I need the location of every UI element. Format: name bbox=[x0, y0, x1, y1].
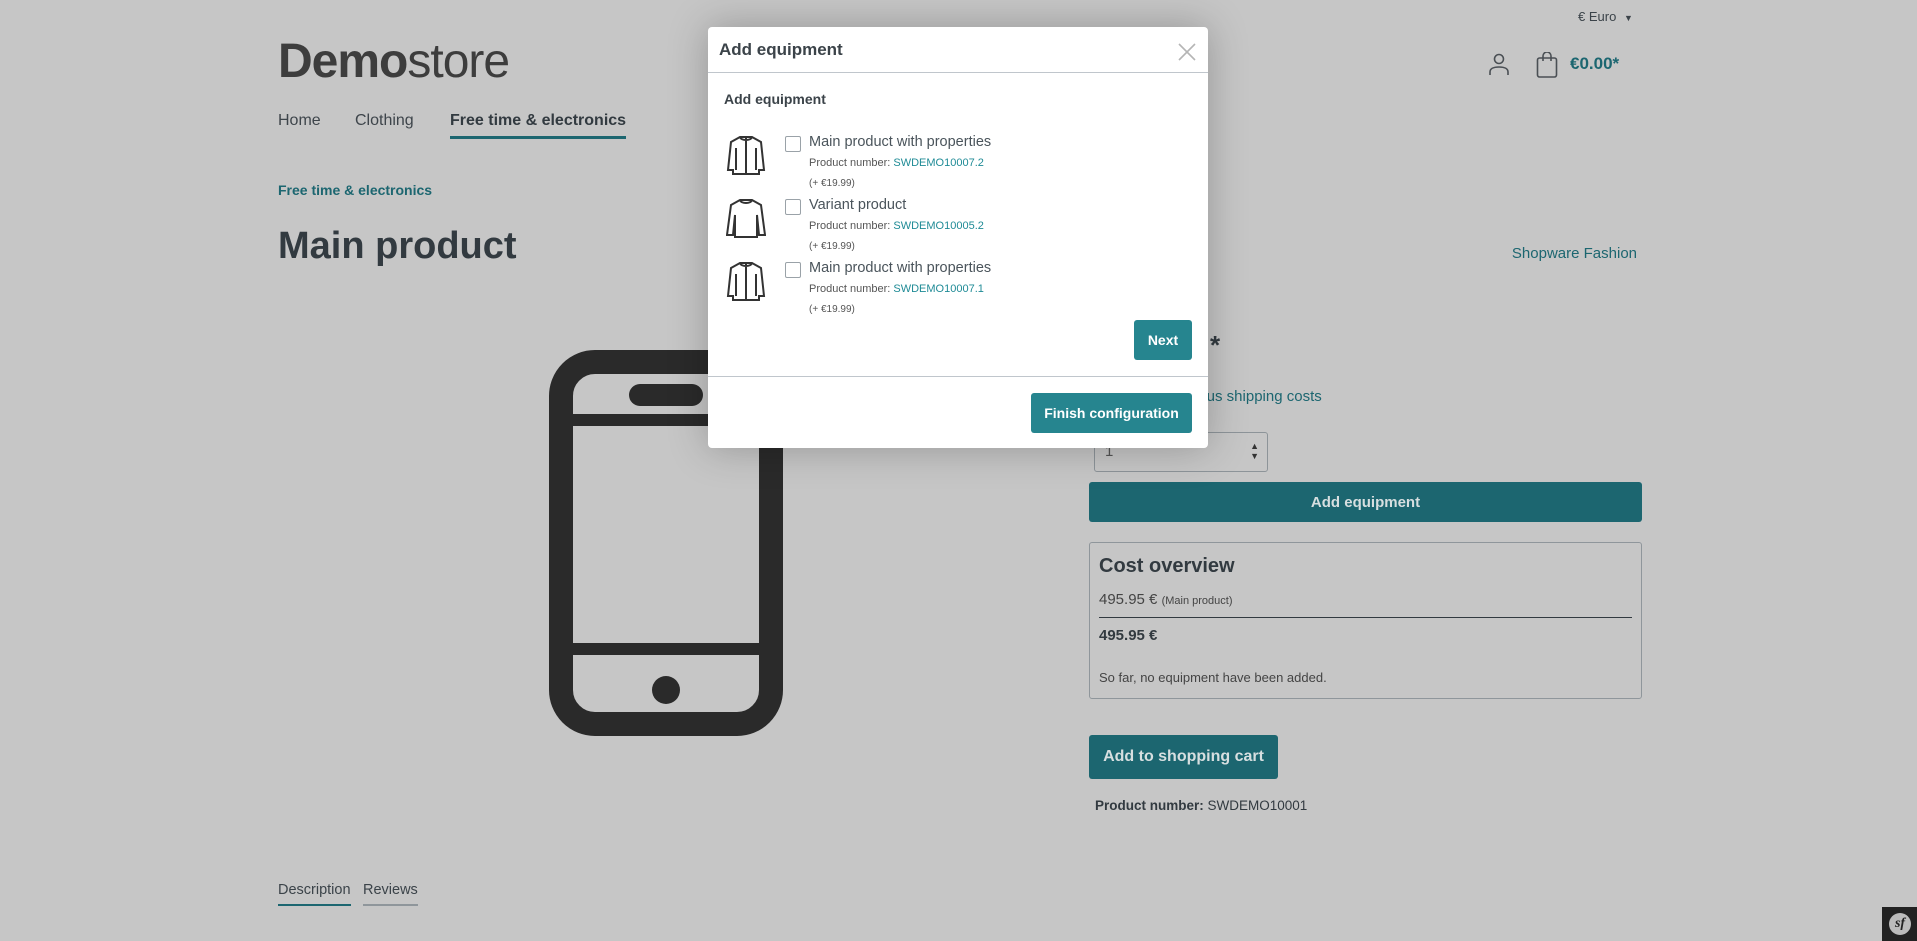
equipment-item: Main product with properties Product num… bbox=[724, 260, 1194, 322]
main-price-note: (Main product) bbox=[1161, 595, 1233, 607]
divider bbox=[1099, 617, 1632, 618]
equipment-checkbox[interactable] bbox=[785, 136, 801, 152]
product-number-link[interactable]: SWDEMO10007.2 bbox=[893, 157, 983, 169]
main-price-row: 495.95 € (Main product) bbox=[1099, 591, 1232, 608]
jacket-icon bbox=[726, 260, 766, 302]
modal-title: Add equipment bbox=[719, 40, 843, 59]
main-price: 495.95 € bbox=[1099, 591, 1158, 608]
sweater-icon bbox=[725, 197, 767, 239]
equipment-label[interactable]: Main product with properties bbox=[809, 260, 991, 276]
price-suffix: * bbox=[1210, 330, 1221, 360]
currency-dropdown[interactable]: € Euro ▼ bbox=[1578, 9, 1633, 24]
total-price: 495.95 € bbox=[1099, 627, 1158, 644]
symfony-toolbar-icon[interactable]: sf bbox=[1882, 907, 1917, 941]
tab-description[interactable]: Description bbox=[278, 882, 351, 906]
page-title: Main product bbox=[278, 225, 517, 267]
equipment-item: Main product with properties Product num… bbox=[724, 134, 1194, 196]
number-label: Product number: bbox=[809, 157, 891, 169]
product-number-link[interactable]: SWDEMO10007.1 bbox=[893, 283, 983, 295]
equipment-checkbox[interactable] bbox=[785, 199, 801, 215]
product-number-value: SWDEMO10001 bbox=[1207, 798, 1308, 813]
select-arrows-icon: ▲ ▼ bbox=[1250, 441, 1259, 461]
tab-reviews[interactable]: Reviews bbox=[363, 882, 418, 906]
modal-header: Add equipment bbox=[708, 27, 1208, 73]
manufacturer-link[interactable]: Shopware Fashion bbox=[1512, 245, 1637, 262]
caret-down-icon: ▼ bbox=[1623, 13, 1633, 23]
finish-configuration-button[interactable]: Finish configuration bbox=[1031, 393, 1192, 433]
cart-icon[interactable] bbox=[1536, 51, 1558, 78]
product-number: Product number: SWDEMO10001 bbox=[1095, 798, 1307, 813]
modal-footer-divider bbox=[708, 376, 1208, 377]
next-button[interactable]: Next bbox=[1134, 320, 1192, 360]
equipment-checkbox[interactable] bbox=[785, 262, 801, 278]
nav-clothing[interactable]: Clothing bbox=[355, 112, 414, 130]
product-number-label: Product number: bbox=[1095, 798, 1204, 813]
equipment-price: (+ €19.99) bbox=[809, 178, 855, 189]
logo-bold: Demo bbox=[278, 35, 408, 88]
equipment-number: Product number: SWDEMO10007.2 bbox=[809, 157, 984, 169]
add-equipment-modal: Add equipment Add equipment Main product… bbox=[708, 27, 1208, 448]
logo[interactable]: Demostore bbox=[278, 34, 510, 89]
currency-label: € Euro bbox=[1578, 9, 1617, 24]
modal-subtitle: Add equipment bbox=[724, 91, 826, 107]
number-label: Product number: bbox=[809, 283, 891, 295]
shipping-link[interactable]: plus shipping costs bbox=[1195, 388, 1322, 405]
number-label: Product number: bbox=[809, 220, 891, 232]
nav-free-time-electronics[interactable]: Free time & electronics bbox=[450, 112, 627, 139]
add-equipment-button[interactable]: Add equipment bbox=[1089, 482, 1642, 522]
empty-equipment-note: So far, no equipment have been added. bbox=[1099, 670, 1327, 685]
nav-home[interactable]: Home bbox=[278, 112, 321, 130]
equipment-price: (+ €19.99) bbox=[809, 241, 855, 252]
product-number-link[interactable]: SWDEMO10005.2 bbox=[893, 220, 983, 232]
cost-overview: Cost overview 495.95 € (Main product) 49… bbox=[1089, 542, 1642, 699]
equipment-label[interactable]: Variant product bbox=[809, 197, 906, 213]
jacket-icon bbox=[726, 134, 766, 176]
equipment-label[interactable]: Main product with properties bbox=[809, 134, 991, 150]
account-icon[interactable] bbox=[1488, 52, 1510, 76]
close-icon[interactable] bbox=[1177, 42, 1197, 62]
equipment-price: (+ €19.99) bbox=[809, 304, 855, 315]
equipment-number: Product number: SWDEMO10007.1 bbox=[809, 283, 984, 295]
cart-total[interactable]: €0.00* bbox=[1570, 54, 1619, 74]
logo-light: store bbox=[407, 35, 510, 88]
equipment-item: Variant product Product number: SWDEMO10… bbox=[724, 197, 1194, 259]
breadcrumb[interactable]: Free time & electronics bbox=[278, 182, 432, 198]
equipment-number: Product number: SWDEMO10005.2 bbox=[809, 220, 984, 232]
cost-overview-title: Cost overview bbox=[1099, 555, 1235, 577]
add-to-cart-button[interactable]: Add to shopping cart bbox=[1089, 735, 1278, 779]
